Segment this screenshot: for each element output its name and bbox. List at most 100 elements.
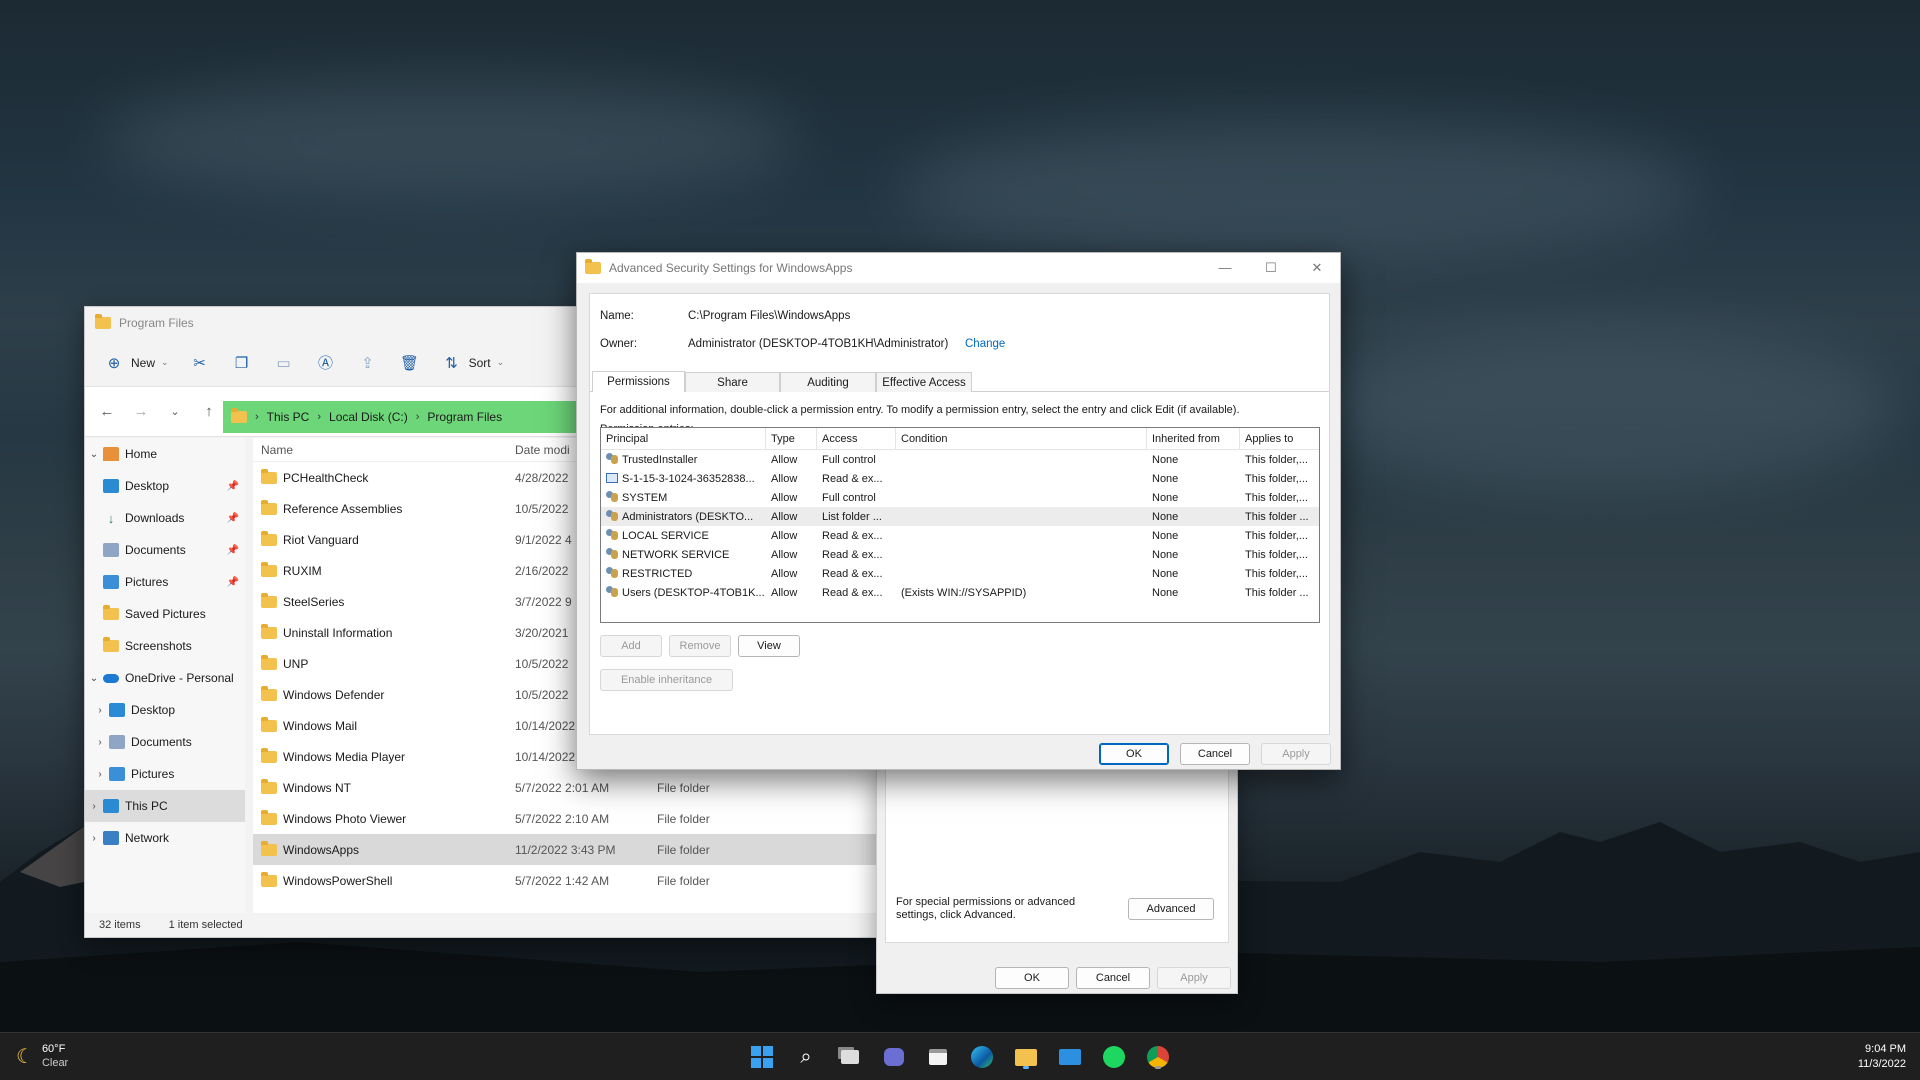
folder-icon bbox=[261, 685, 277, 701]
window-controls: — ☐ ✕ bbox=[1202, 253, 1340, 283]
column-name[interactable]: Name bbox=[253, 443, 515, 457]
chevron-right-icon[interactable]: › bbox=[85, 833, 103, 844]
delete-icon[interactable]: 🗑 bbox=[399, 352, 421, 374]
col-inherited[interactable]: Inherited from bbox=[1147, 427, 1240, 450]
folder-icon bbox=[231, 408, 247, 423]
weather-widget[interactable]: ☾ 60°F Clear bbox=[16, 1042, 68, 1070]
permission-row[interactable]: RESTRICTED Allow Read & ex... None This fold… bbox=[601, 564, 1319, 583]
applies-to: This folder,... bbox=[1245, 453, 1308, 466]
permission-row[interactable]: LOCAL SERVICE Allow Read & ex... None This f… bbox=[601, 526, 1319, 545]
search-icon[interactable]: ⌕ bbox=[791, 1042, 821, 1072]
recent-locations-icon[interactable]: ⌄ bbox=[165, 405, 185, 418]
copy-icon[interactable]: ❐ bbox=[231, 352, 253, 374]
nav-onedrive-pictures[interactable]: › Pictures bbox=[85, 758, 245, 790]
nav-onedrive-desktop[interactable]: › Desktop bbox=[85, 694, 245, 726]
start-icon[interactable] bbox=[747, 1042, 777, 1072]
col-type[interactable]: Type bbox=[766, 427, 817, 450]
chat-icon[interactable] bbox=[879, 1042, 909, 1072]
column-date[interactable]: Date modi bbox=[515, 443, 570, 457]
nav-onedrive[interactable]: ⌄ OneDrive - Personal bbox=[85, 662, 245, 694]
spotify-icon[interactable] bbox=[1099, 1042, 1129, 1072]
edge-icon[interactable] bbox=[967, 1042, 997, 1072]
nav-screenshots[interactable]: Screenshots bbox=[85, 630, 245, 662]
props-cancel-button[interactable]: Cancel bbox=[1076, 967, 1150, 989]
chevron-right-icon[interactable]: › bbox=[91, 737, 109, 748]
nav-home[interactable]: ⌄ Home bbox=[85, 438, 245, 470]
maximize-icon[interactable]: ☐ bbox=[1248, 253, 1294, 283]
inherited-from: None bbox=[1152, 529, 1179, 542]
task-view-icon[interactable] bbox=[835, 1042, 865, 1072]
tab-share[interactable]: Share bbox=[685, 372, 780, 392]
enable-inheritance-button[interactable]: Enable inheritance bbox=[600, 669, 733, 691]
tab-auditing[interactable]: Auditing bbox=[780, 372, 876, 392]
applies-to: This folder ... bbox=[1245, 510, 1309, 523]
chevron-down-icon[interactable]: ⌄ bbox=[85, 673, 103, 684]
col-condition[interactable]: Condition bbox=[896, 427, 1147, 450]
breadcrumb-local-disk[interactable]: Local Disk (C:) bbox=[329, 410, 408, 424]
nav-saved-pictures[interactable]: Saved Pictures bbox=[85, 598, 245, 630]
adv-ok-button[interactable]: OK bbox=[1099, 743, 1169, 765]
change-owner-link[interactable]: Change bbox=[965, 338, 1005, 350]
chevron-right-icon[interactable]: › bbox=[91, 769, 109, 780]
props-ok-button[interactable]: OK bbox=[995, 967, 1069, 989]
file-row[interactable]: WindowsApps 11/2/2022 3:43 PM File folder bbox=[253, 834, 883, 865]
col-principal[interactable]: Principal bbox=[601, 427, 766, 450]
adv-apply-button[interactable]: Apply bbox=[1261, 743, 1331, 765]
file-row[interactable]: WindowsPowerShell 5/7/2022 1:42 AM File fo… bbox=[253, 865, 883, 896]
permission-entries-table[interactable]: Principal Type Access Condition Inherite… bbox=[600, 427, 1320, 623]
paste-icon[interactable]: ▭ bbox=[273, 352, 295, 374]
cut-icon[interactable]: ✂ bbox=[189, 352, 211, 374]
file-date: 5/7/2022 1:42 AM bbox=[515, 873, 610, 888]
chevron-down-icon[interactable]: ⌄ bbox=[85, 449, 103, 460]
file-row[interactable]: Windows Photo Viewer 5/7/2022 2:10 AM File… bbox=[253, 803, 883, 834]
col-access[interactable]: Access bbox=[817, 427, 896, 450]
add-button[interactable]: Add bbox=[600, 635, 662, 657]
advanced-security-dialog[interactable]: Advanced Security Settings for WindowsAp… bbox=[576, 252, 1341, 770]
permission-row[interactable]: Users (DESKTOP-4TOB1K... Allow Read & ex..… bbox=[601, 583, 1319, 602]
permission-row[interactable]: TrustedInstaller Allow Full control None Thi… bbox=[601, 450, 1319, 469]
nav-network[interactable]: › Network bbox=[85, 822, 245, 854]
nav-onedrive-documents[interactable]: › Documents bbox=[85, 726, 245, 758]
advanced-button[interactable]: Advanced bbox=[1128, 898, 1214, 920]
item-count: 32 items bbox=[99, 919, 141, 931]
tab-permissions[interactable]: Permissions bbox=[592, 371, 685, 392]
nav-this-pc[interactable]: › This PC bbox=[85, 790, 245, 822]
permission-row[interactable]: S-1-15-3-1024-36352838... Allow Read & ex.… bbox=[601, 469, 1319, 488]
props-apply-button[interactable]: Apply bbox=[1157, 967, 1231, 989]
properties-dialog[interactable]: For special permissions or advanced sett… bbox=[876, 760, 1238, 994]
file-row[interactable]: Windows NT 5/7/2022 2:01 AM File folder bbox=[253, 772, 883, 803]
new-button[interactable]: ⊕ New ⌄ bbox=[103, 352, 169, 374]
nav-desktop[interactable]: Desktop 📌 bbox=[85, 470, 245, 502]
adv-cancel-button[interactable]: Cancel bbox=[1180, 743, 1250, 765]
nav-pictures[interactable]: Pictures 📌 bbox=[85, 566, 245, 598]
chevron-right-icon[interactable]: › bbox=[85, 801, 103, 812]
up-arrow-icon[interactable]: ↑ bbox=[199, 403, 219, 420]
breadcrumb-this-pc[interactable]: This PC bbox=[267, 410, 310, 424]
breadcrumb-program-files[interactable]: Program Files bbox=[427, 410, 502, 424]
file-explorer-icon[interactable] bbox=[1011, 1042, 1041, 1072]
rename-icon[interactable]: Ⓐ bbox=[315, 352, 337, 374]
share-icon[interactable]: ⇪ bbox=[357, 352, 379, 374]
view-button[interactable]: View bbox=[738, 635, 800, 657]
mail-icon[interactable] bbox=[1055, 1042, 1085, 1072]
sort-button[interactable]: ⇅ Sort ⌄ bbox=[441, 352, 504, 374]
minimize-icon[interactable]: — bbox=[1202, 253, 1248, 283]
permission-row[interactable]: SYSTEM Allow Full control None This folder,.… bbox=[601, 488, 1319, 507]
nav-documents[interactable]: Documents 📌 bbox=[85, 534, 245, 566]
cloud-icon bbox=[103, 673, 119, 683]
chevron-right-icon[interactable]: › bbox=[91, 705, 109, 716]
forward-arrow-icon[interactable]: → bbox=[131, 403, 151, 420]
permission-row[interactable]: Administrators (DESKTO... Allow List folde… bbox=[601, 507, 1319, 526]
col-applies[interactable]: Applies to bbox=[1240, 428, 1319, 450]
nav-downloads[interactable]: ↓ Downloads 📌 bbox=[85, 502, 245, 534]
adv-title: Advanced Security Settings for WindowsAp… bbox=[609, 261, 853, 275]
close-icon[interactable]: ✕ bbox=[1294, 253, 1340, 283]
permission-row[interactable]: NETWORK SERVICE Allow Read & ex... None This… bbox=[601, 545, 1319, 564]
clock[interactable]: 9:04 PM 11/3/2022 bbox=[1858, 1042, 1906, 1072]
remove-button[interactable]: Remove bbox=[669, 635, 731, 657]
store-icon[interactable] bbox=[923, 1042, 953, 1072]
back-arrow-icon[interactable]: ← bbox=[97, 403, 117, 420]
chrome-icon[interactable] bbox=[1143, 1042, 1173, 1072]
access: List folder ... bbox=[822, 510, 882, 523]
tab-effective-access[interactable]: Effective Access bbox=[876, 372, 972, 392]
